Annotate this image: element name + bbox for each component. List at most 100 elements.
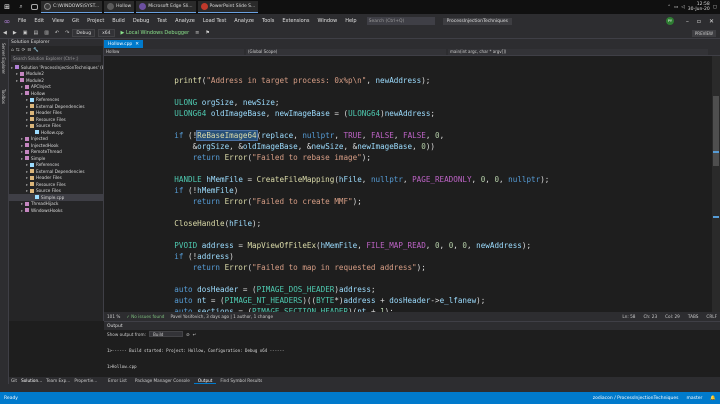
code-editor[interactable]: printf("Address in target process: 0x%p\… <box>104 56 712 312</box>
branch-name[interactable]: master <box>687 396 703 401</box>
line-number[interactable]: Ln: 58 <box>622 314 635 319</box>
menu-build[interactable]: Build <box>108 18 129 24</box>
server-explorer-tab[interactable]: Server Explorer <box>1 43 6 74</box>
maximize-icon[interactable]: ▫ <box>697 18 701 25</box>
member-dropdown[interactable]: main(int argc, char * argv[]) <box>448 48 708 55</box>
close-icon[interactable]: ✕ <box>135 42 139 47</box>
editor-vertical-scrollbar[interactable] <box>712 56 720 312</box>
menu-load-test[interactable]: Load Test <box>199 18 230 24</box>
refresh-icon[interactable]: ⟳ <box>22 48 26 53</box>
undo-icon[interactable]: ↶ <box>52 30 62 36</box>
notifications-icon[interactable]: ▢ <box>713 5 717 10</box>
menu-help[interactable]: Help <box>341 18 360 24</box>
code-line[interactable]: return Error("Failed to create MMF"); <box>156 196 549 207</box>
code-text[interactable]: printf("Address in target process: 0x%p\… <box>156 64 549 312</box>
scrollbar-thumb[interactable] <box>713 96 719 166</box>
scope-dropdown[interactable]: (Global Scope) <box>246 48 446 55</box>
taskbar-app-powerpoint[interactable]: PowerPoint Slide S... <box>197 1 259 13</box>
code-line[interactable] <box>156 207 549 218</box>
code-line[interactable] <box>156 163 549 174</box>
code-line[interactable] <box>156 273 549 284</box>
menu-project[interactable]: Project <box>83 18 108 24</box>
tree-item[interactable]: ▸ Solution 'ProcessInjectionTechniques' (… <box>9 64 103 71</box>
task-view-icon[interactable] <box>31 4 38 10</box>
code-line[interactable]: ULONG orgSize, newSize; <box>156 97 549 108</box>
menu-test[interactable]: Test <box>153 18 171 24</box>
word-wrap-icon[interactable]: ↵ <box>192 332 196 337</box>
menu-extensions[interactable]: Extensions <box>278 18 313 24</box>
taskbar-app-hollow[interactable]: Hollow <box>104 1 135 13</box>
tab-error-list[interactable]: Error List <box>104 378 131 383</box>
taskbar-app-cmd[interactable]: C:\WINDOWS\SYST... <box>41 1 103 13</box>
code-line[interactable]: return Error("Failed to rebase image"); <box>156 152 549 163</box>
menu-view[interactable]: View <box>48 18 68 24</box>
tab-team-explorer[interactable]: Team Exp... <box>46 378 70 383</box>
tab-hollow-cpp[interactable]: Hollow.cpp ✕ <box>104 40 144 48</box>
line-ending[interactable]: CRLF <box>706 314 717 319</box>
tree-item[interactable]: ▸ WindowsHooks <box>9 207 103 214</box>
code-line[interactable]: HANDLE hMemFile = CreateFileMapping(hFil… <box>156 174 549 185</box>
menu-tools[interactable]: Tools <box>258 18 278 24</box>
volume-icon[interactable]: ◁ <box>681 5 684 10</box>
new-file-icon[interactable]: ▣ <box>20 30 31 36</box>
project-dropdown[interactable]: Hollow <box>104 48 244 55</box>
char-number[interactable]: Ch: 23 <box>643 314 657 319</box>
repository-name[interactable]: zodiacon / ProcessInjectionTechniques <box>593 396 679 401</box>
close-icon[interactable]: ✕ <box>709 18 714 25</box>
code-line[interactable]: &orgSize, &oldImageBase, &newSize, &newI… <box>156 141 549 152</box>
editor-gutter[interactable] <box>104 56 152 312</box>
code-line[interactable]: if (!ReBaseImage64(replace, nullptr, TRU… <box>156 130 549 141</box>
menu-file[interactable]: File <box>14 18 30 24</box>
tab-output[interactable]: Output <box>193 378 217 384</box>
menu-edit[interactable]: Edit <box>30 18 48 24</box>
code-line[interactable]: PVOID address = MapViewOfFileEx(hMemFile… <box>156 240 549 251</box>
bookmark-icon[interactable]: ⚑ <box>202 30 212 36</box>
minimize-icon[interactable]: – <box>686 18 689 25</box>
git-blame-info[interactable]: Pavel Yosifovich, 3 days ago | 1 author,… <box>170 314 273 319</box>
code-line[interactable]: if (!address) <box>156 251 549 262</box>
back-icon[interactable]: ◀ <box>0 30 10 36</box>
notifications-bell-icon[interactable]: 🔔 <box>710 396 716 401</box>
menu-git[interactable]: Git <box>68 18 83 24</box>
avatar[interactable]: PY <box>665 17 674 25</box>
switch-views-icon[interactable]: ⇆ <box>16 48 20 53</box>
zoom-level[interactable]: 101 % <box>107 314 120 319</box>
clear-all-icon[interactable]: ⊘ <box>186 332 190 337</box>
menu-analyze-2[interactable]: Analyze <box>230 18 258 24</box>
taskbar-app-edge[interactable]: Microsoft Edge Sli... <box>136 1 196 13</box>
platform-dropdown[interactable]: x64 <box>98 29 115 37</box>
forward-icon[interactable]: ▶ <box>10 30 20 36</box>
code-line[interactable]: auto dosHeader = (PIMAGE_DOS_HEADER)addr… <box>156 284 549 295</box>
save-all-icon[interactable]: ▥ <box>41 30 52 36</box>
code-line[interactable]: auto nt = (PIMAGE_NT_HEADERS)((BYTE*)add… <box>156 295 549 306</box>
tab-git[interactable]: Git <box>11 378 17 383</box>
code-line[interactable]: if (!hMemFile) <box>156 185 549 196</box>
code-line[interactable] <box>156 86 549 97</box>
menu-debug[interactable]: Debug <box>129 18 153 24</box>
network-icon[interactable]: ▭ <box>674 5 678 10</box>
indent-mode[interactable]: TABS <box>688 314 699 319</box>
code-line[interactable]: CloseHandle(hFile); <box>156 218 549 229</box>
code-line[interactable]: printf("Address in target process: 0x%p\… <box>156 75 549 86</box>
configuration-dropdown[interactable]: Debug <box>72 29 96 37</box>
tab-package-manager-console[interactable]: Package Manager Console <box>131 378 194 383</box>
tab-solution[interactable]: Solution... <box>21 378 42 383</box>
search-icon[interactable]: ⌕ <box>15 1 27 13</box>
code-line[interactable]: return Error("Failed to map in requested… <box>156 262 549 273</box>
save-icon[interactable]: ▤ <box>30 30 41 36</box>
redo-icon[interactable]: ↷ <box>62 30 72 36</box>
code-line[interactable] <box>156 64 549 75</box>
comment-icon[interactable]: ≡ <box>192 30 202 36</box>
search-input[interactable]: Search (Ctrl+Q) <box>366 17 435 25</box>
home-icon[interactable]: ⌂ <box>11 48 14 53</box>
code-line[interactable] <box>156 229 549 240</box>
column-number[interactable]: Col: 29 <box>665 314 680 319</box>
tab-find-symbol-results[interactable]: Find Symbol Results <box>216 378 266 383</box>
solution-search-input[interactable]: Search Solution Explorer (Ctrl+;) <box>11 55 101 62</box>
code-line[interactable]: ULONG64 oldImageBase, newImageBase = (UL… <box>156 108 549 119</box>
menu-window[interactable]: Window <box>313 18 341 24</box>
code-line[interactable] <box>156 119 549 130</box>
windows-start-icon[interactable]: ⊞ <box>0 0 14 14</box>
tab-properties[interactable]: Propertie... <box>74 378 97 383</box>
tray-chevron-icon[interactable]: ⌃ <box>667 5 671 10</box>
